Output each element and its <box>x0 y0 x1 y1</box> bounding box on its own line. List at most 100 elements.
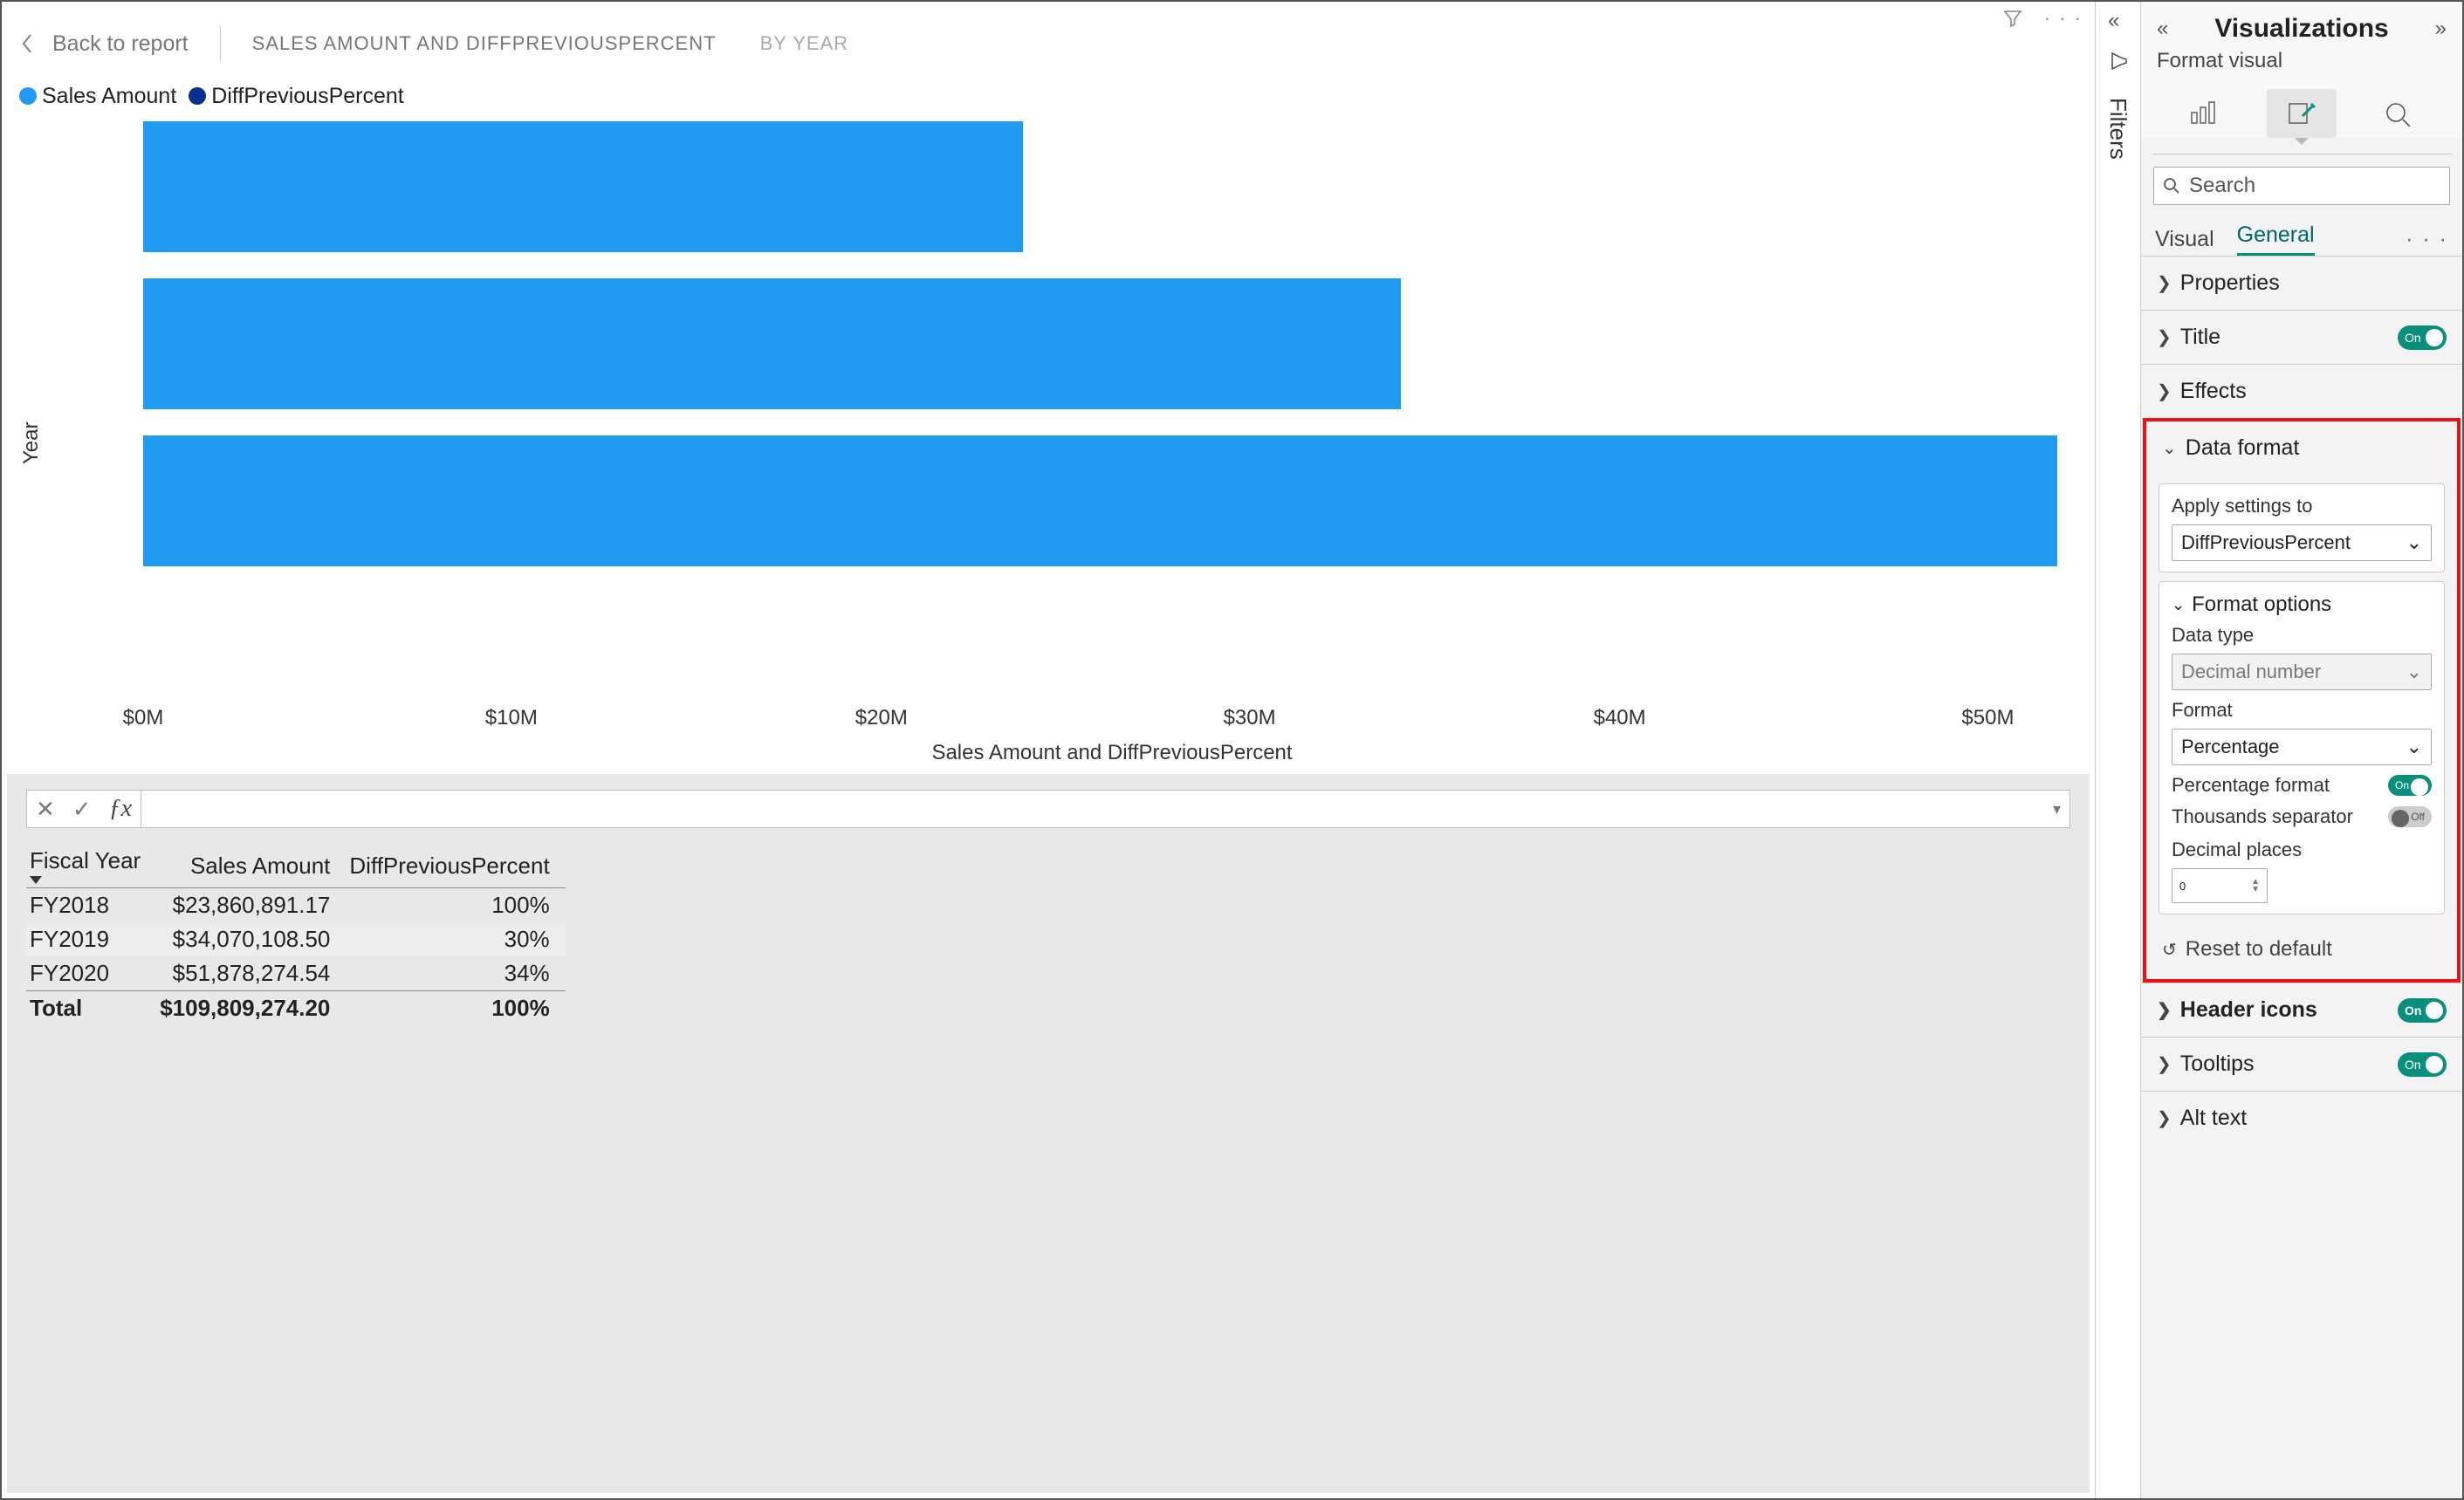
x-axis-label: Sales Amount and DiffPreviousPercent <box>143 741 2081 765</box>
section-effects[interactable]: ❯ Effects <box>2141 364 2462 418</box>
data-table-region: ✕ ✓ ƒx ▾ Fiscal Year Sales Amount DiffPr… <box>7 774 2090 1493</box>
title-toggle[interactable]: On <box>2398 325 2447 350</box>
fx-icon[interactable]: ƒx <box>100 795 141 823</box>
apply-settings-select[interactable]: DiffPreviousPercent ⌄ <box>2172 524 2432 561</box>
formula-input[interactable]: ▾ <box>141 790 2070 828</box>
chevron-down-icon: ⌄ <box>2172 596 2185 614</box>
percentage-format-toggle[interactable]: On <box>2388 775 2432 796</box>
chevron-right-icon: ❯ <box>2157 1053 2172 1075</box>
col-fiscal-year[interactable]: Fiscal Year <box>26 844 156 888</box>
header-icons-toggle[interactable]: On <box>2398 998 2447 1023</box>
legend-swatch-b <box>189 87 206 105</box>
table-row[interactable]: FY2020 $51,878,274.54 34% <box>26 956 566 991</box>
data-table: Fiscal Year Sales Amount DiffPreviousPer… <box>26 844 566 1025</box>
report-canvas: · · · Back to report SALES AMOUNT AND DI… <box>2 2 2096 1498</box>
more-options-icon[interactable]: · · · <box>2044 7 2083 30</box>
expand-filters-icon[interactable]: « <box>2108 9 2119 33</box>
chevron-down-icon: ⌄ <box>2406 531 2422 554</box>
filters-label: Filters <box>2104 98 2131 160</box>
build-visual-tab-icon[interactable] <box>2170 89 2240 138</box>
search-placeholder: Search <box>2189 174 2255 198</box>
thousands-separator-toggle[interactable]: Off <box>2388 806 2432 827</box>
tab-visual[interactable]: Visual <box>2155 227 2214 252</box>
x-tick: $40M <box>1594 706 1646 730</box>
format-search: Search <box>2153 167 2450 205</box>
col-diffpreviouspercent[interactable]: DiffPreviousPercent <box>346 844 565 888</box>
section-alt-text[interactable]: ❯ Alt text <box>2141 1091 2462 1145</box>
bar-fy2020[interactable]: FY2020 <box>143 435 2081 566</box>
tooltips-toggle[interactable]: On <box>2398 1052 2447 1077</box>
x-tick: $50M <box>1961 706 2014 730</box>
chart-legend: Sales Amount DiffPreviousPercent <box>16 80 2081 121</box>
chevron-down-icon: ▾ <box>2053 800 2061 818</box>
percentage-format-row: Percentage format On <box>2172 774 2432 797</box>
table-total-row: Total $109,809,274.20 100% <box>26 991 566 1026</box>
visual-header-icons: · · · <box>2002 7 2083 30</box>
app-root: · · · Back to report SALES AMOUNT AND DI… <box>0 0 2464 1500</box>
visualizations-pane: « Visualizations » Format visual <box>2141 2 2462 1498</box>
format-visual-tab-icon[interactable] <box>2267 89 2337 138</box>
chevron-down-icon: ⌄ <box>2162 437 2177 459</box>
bar-value-fy2019 <box>143 278 1401 409</box>
filter-icon[interactable] <box>2002 8 2023 29</box>
table-row[interactable]: FY2018 $23,860,891.17 100% <box>26 888 566 923</box>
decimal-places-label: Decimal places <box>2172 839 2432 861</box>
chevron-down-icon: ⌄ <box>2406 661 2422 683</box>
search-icon <box>2163 177 2180 195</box>
analytics-tab-icon[interactable] <box>2364 89 2433 138</box>
x-tick: $30M <box>1224 706 1276 730</box>
format-select[interactable]: Percentage ⌄ <box>2172 729 2432 765</box>
bar-fy2019[interactable]: FY2019 <box>143 278 2081 409</box>
x-tick: $20M <box>855 706 908 730</box>
col-sales-amount[interactable]: Sales Amount <box>156 844 346 888</box>
formula-bar-buttons: ✕ ✓ ƒx <box>26 790 141 828</box>
plot: Year FY2018 FY2019 FY2020 <box>16 121 2081 765</box>
format-mode-tabs <box>2141 82 2462 138</box>
format-options-card: ⌄ Format options Data type Decimal numbe… <box>2159 581 2445 914</box>
chevron-right-icon: ❯ <box>2157 326 2172 348</box>
reset-icon: ↺ <box>2162 939 2177 961</box>
legend-item-diffpreviouspercent[interactable]: DiffPreviousPercent <box>189 84 403 109</box>
commit-icon[interactable]: ✓ <box>64 796 100 823</box>
cancel-icon[interactable]: ✕ <box>27 796 64 823</box>
apply-settings-label: Apply settings to <box>2172 495 2432 517</box>
section-properties[interactable]: ❯ Properties <box>2141 256 2462 310</box>
chart-subtitle: BY YEAR <box>760 32 849 55</box>
stepper-arrows-icon: ▲▼ <box>2251 878 2260 894</box>
reset-to-default-button[interactable]: ↺ Reset to default <box>2146 923 2457 979</box>
search-input[interactable]: Search <box>2153 167 2450 205</box>
section-tooltips[interactable]: ❯ Tooltips On <box>2141 1037 2462 1091</box>
chevron-right-icon: ❯ <box>2157 272 2172 294</box>
data-type-select: Decimal number ⌄ <box>2172 654 2432 690</box>
section-header-icons[interactable]: ❯ Header icons On <box>2141 983 2462 1037</box>
filters-horn-icon <box>2108 51 2129 72</box>
more-options-icon[interactable]: · · · <box>2406 227 2448 252</box>
x-tick: $0M <box>123 706 164 730</box>
back-to-report-button[interactable]: Back to report <box>19 31 189 57</box>
chart-title: SALES AMOUNT AND DIFFPREVIOUSPERCENT <box>252 32 717 55</box>
format-options-label: Format options <box>2192 592 2331 617</box>
filters-pane-collapsed[interactable]: « Filters <box>2096 2 2141 1498</box>
apply-settings-card: Apply settings to DiffPreviousPercent ⌄ <box>2159 483 2445 572</box>
highlighted-data-format-block: ⌄ Data format Apply settings to DiffPrev… <box>2143 418 2461 983</box>
legend-swatch-a <box>19 87 37 105</box>
collapse-viz-icon[interactable]: « <box>2157 17 2168 41</box>
table-row[interactable]: FY2019 $34,070,108.50 30% <box>26 922 566 956</box>
viz-pane-subtitle: Format visual <box>2141 49 2462 82</box>
divider <box>220 26 221 61</box>
section-data-format[interactable]: ⌄ Data format <box>2146 421 2457 475</box>
formula-bar: ✕ ✓ ƒx ▾ <box>26 790 2070 828</box>
section-title[interactable]: ❯ Title On <box>2141 310 2462 364</box>
expand-viz-icon[interactable]: » <box>2435 17 2447 41</box>
decimal-places-input[interactable]: 0 ▲▼ <box>2172 868 2268 903</box>
bar-fy2018[interactable]: FY2018 <box>143 121 2081 252</box>
tab-general[interactable]: General <box>2237 223 2315 256</box>
chevron-left-icon <box>19 31 35 56</box>
plot-area: FY2018 FY2019 FY2020 $0M <box>47 121 2081 765</box>
data-type-label: Data type <box>2172 624 2432 647</box>
chart-region: Back to report SALES AMOUNT AND DIFFPREV… <box>7 7 2090 774</box>
format-label: Format <box>2172 699 2432 722</box>
x-axis: $0M $10M $20M $30M $40M $50M <box>143 702 2081 741</box>
viz-pane-title: Visualizations <box>2214 14 2389 44</box>
legend-item-sales-amount[interactable]: Sales Amount <box>19 84 176 109</box>
